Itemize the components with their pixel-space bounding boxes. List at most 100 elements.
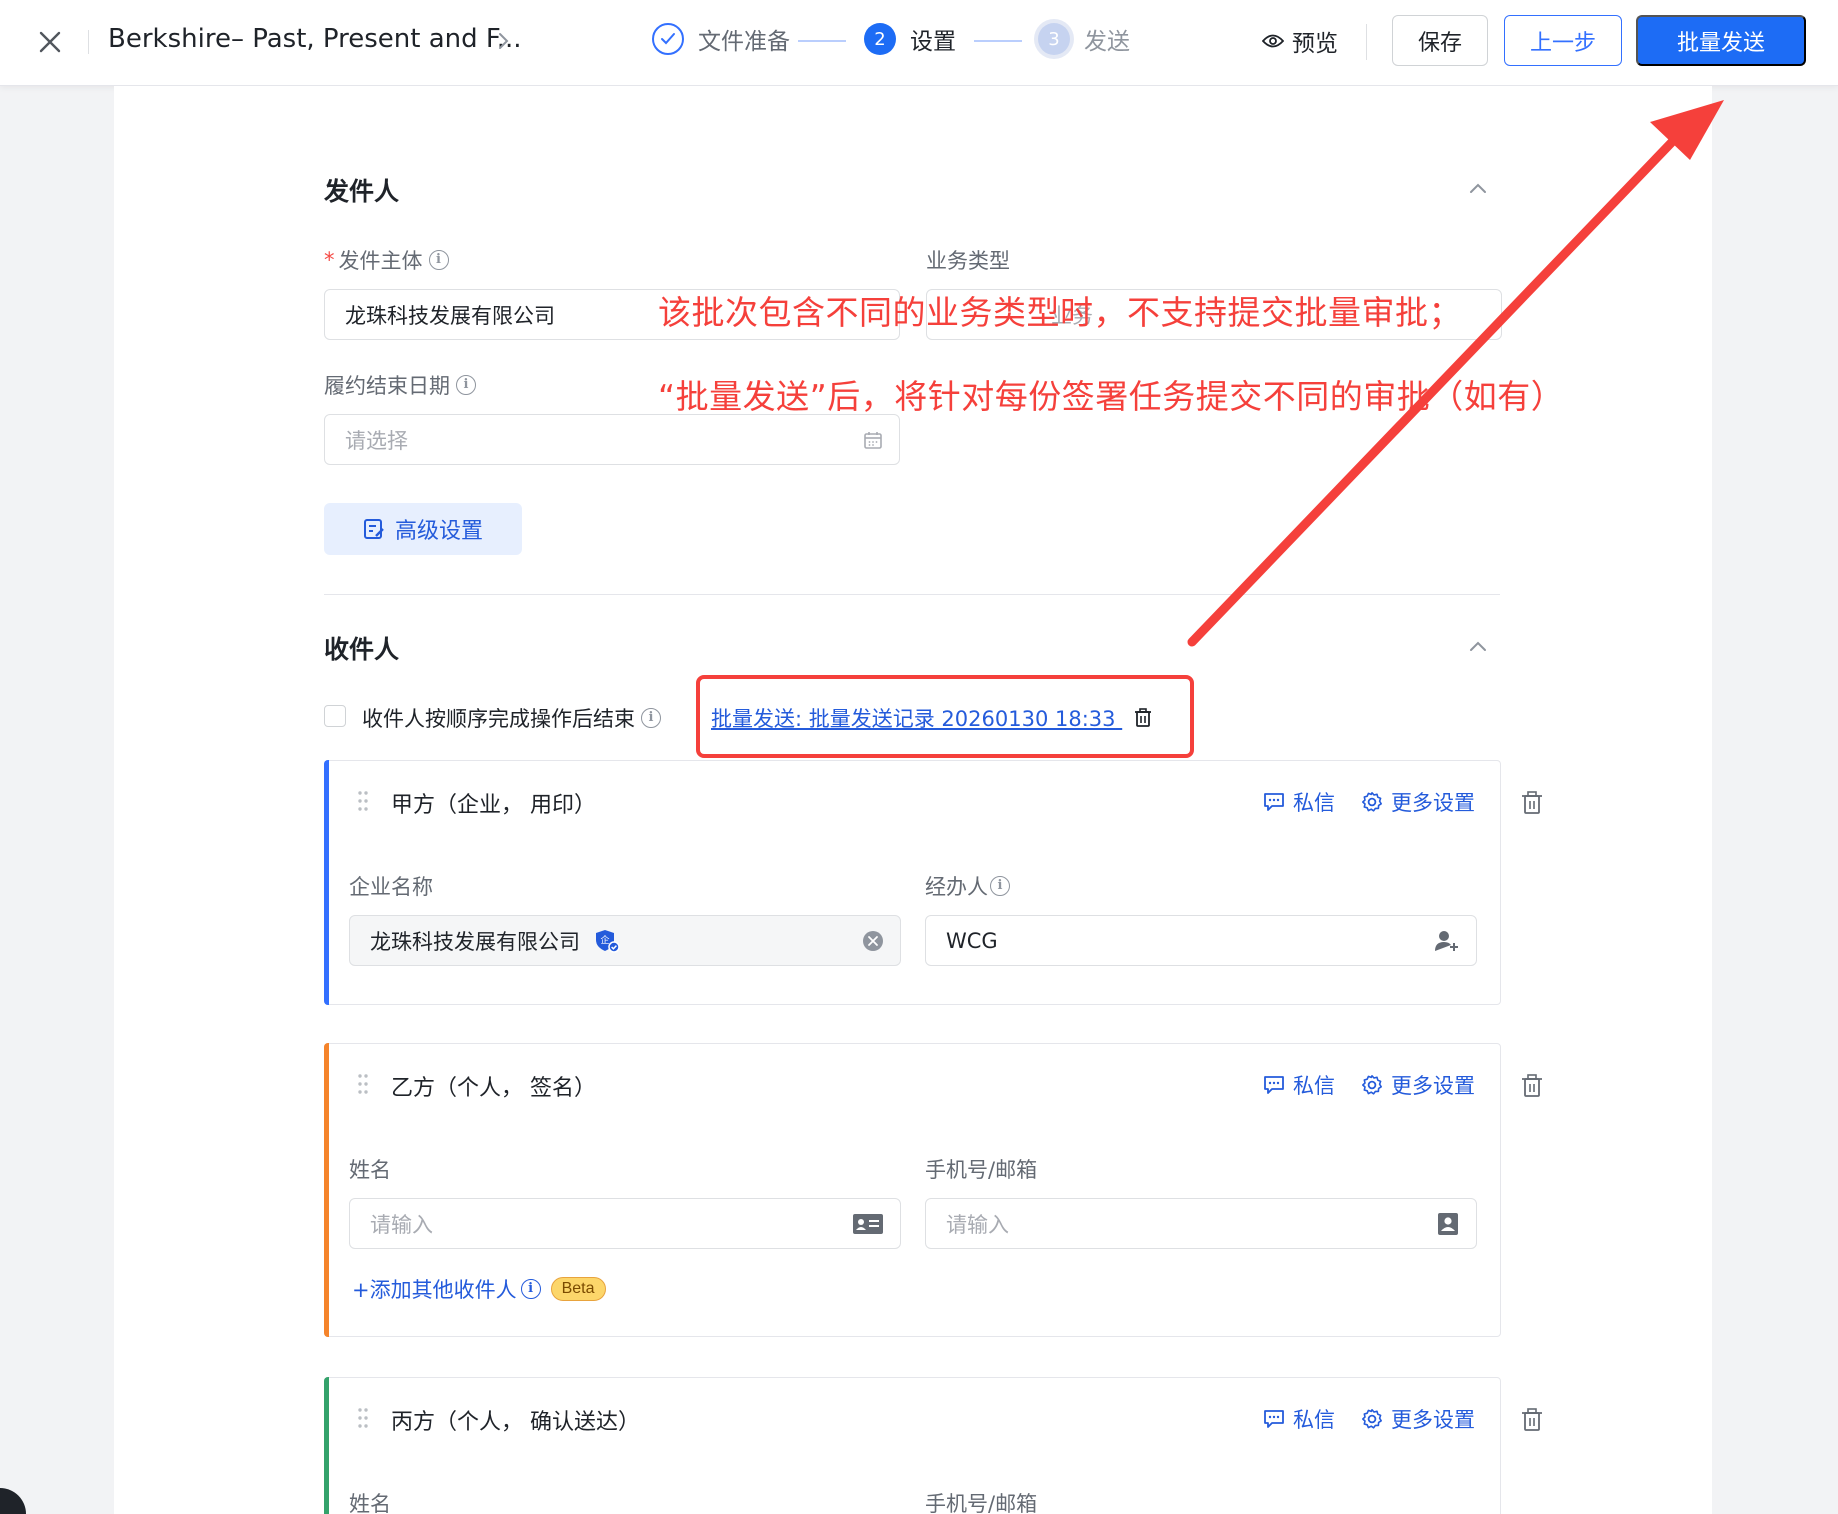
verified-enterprise-icon: 企 xyxy=(596,929,620,953)
save-button[interactable]: 保存 xyxy=(1392,15,1488,66)
end-date-picker[interactable]: 请选择 xyxy=(324,414,900,465)
label-text: 发件主体 xyxy=(338,249,423,273)
required-mark: * xyxy=(324,248,335,272)
recipient-card-party-a: 甲方（企业， 用印） 私信 更多设置 企业名称 龙珠科技发展有限公司 企 经办人… xyxy=(324,760,1501,1005)
document-title[interactable]: Berkshire– Past, Present and F... xyxy=(108,24,522,54)
add-other-recipient-button[interactable]: +添加其他收件人 i Beta xyxy=(352,1274,606,1304)
annotation-highlight-box xyxy=(696,675,1194,758)
info-icon[interactable]: i xyxy=(520,1279,541,1299)
sender-entity-value: 龙珠科技发展有限公司 xyxy=(345,303,555,328)
phone-email-input[interactable]: 请输入 xyxy=(925,1198,1477,1249)
advanced-settings-label: 高级设置 xyxy=(394,519,483,544)
private-message-button[interactable]: 私信 xyxy=(1263,1070,1335,1100)
clear-icon[interactable] xyxy=(862,930,884,952)
trash-icon[interactable] xyxy=(1521,1074,1543,1098)
message-icon xyxy=(1264,1410,1284,1428)
chevron-up-icon[interactable] xyxy=(1468,182,1488,194)
window-corner xyxy=(0,1488,26,1514)
gear-icon xyxy=(1362,1409,1382,1429)
step-send: 3 发送 xyxy=(1038,22,1130,56)
step-settings: 2 设置 xyxy=(864,22,956,56)
section-divider xyxy=(324,594,1500,595)
gear-icon xyxy=(1362,1075,1382,1095)
id-card-icon[interactable] xyxy=(852,1213,884,1235)
role-title: 丙方（个人， 确认送达） xyxy=(391,1410,640,1435)
more-settings-button[interactable]: 更多设置 xyxy=(1361,1070,1475,1100)
step-label: 文件准备 xyxy=(698,29,790,55)
preview-button[interactable]: 预览 xyxy=(1262,24,1338,58)
name-label: 姓名 xyxy=(349,1492,391,1514)
calendar-icon xyxy=(864,431,882,449)
previous-step-button[interactable]: 上一步 xyxy=(1504,15,1622,66)
name-label: 姓名 xyxy=(349,1158,391,1182)
end-date-placeholder: 请选择 xyxy=(345,428,408,453)
add-other-label: +添加其他收件人 xyxy=(352,1278,517,1302)
step-file-prep: 文件准备 xyxy=(652,22,790,56)
label-text: 收件人按顺序完成操作后结束 xyxy=(362,707,635,731)
chevron-right-icon[interactable] xyxy=(496,28,512,54)
more-settings-label: 更多设置 xyxy=(1391,1408,1475,1432)
step-number: 2 xyxy=(864,23,896,55)
company-name-label: 企业名称 xyxy=(349,875,433,899)
sequential-order-label: 收件人按顺序完成操作后结束 i xyxy=(362,703,661,733)
message-label: 私信 xyxy=(1293,791,1335,815)
contact-book-icon[interactable] xyxy=(1436,1212,1460,1236)
batch-send-button[interactable]: 批量发送 xyxy=(1636,15,1806,66)
drag-handle-icon[interactable] xyxy=(357,1072,369,1096)
info-icon[interactable]: i xyxy=(990,876,1010,896)
trash-icon[interactable] xyxy=(1521,1408,1543,1432)
phone-email-label: 手机号/邮箱 xyxy=(925,1158,1038,1182)
card-accent-bar xyxy=(324,1043,329,1337)
info-icon[interactable]: i xyxy=(456,375,476,395)
sender-section-title: 发件人 xyxy=(324,177,400,206)
annotation-line-1: 该批次包含不同的业务类型时，不支持提交批量审批； xyxy=(658,293,1462,332)
recipient-card-party-c: 丙方（个人， 确认送达） 私信 更多设置 姓名 手机号/邮箱 xyxy=(324,1377,1501,1514)
preview-label: 预览 xyxy=(1292,31,1338,57)
beta-badge: Beta xyxy=(550,1277,606,1301)
button-divider xyxy=(1366,24,1367,60)
eye-icon xyxy=(1262,34,1284,48)
edit-settings-icon xyxy=(363,519,384,539)
role-title: 乙方（个人， 签名） xyxy=(391,1076,596,1101)
label-text: 经办人 xyxy=(925,875,988,899)
more-settings-button[interactable]: 更多设置 xyxy=(1361,1404,1475,1434)
svg-text:企: 企 xyxy=(600,934,609,946)
card-accent-bar xyxy=(324,1377,329,1514)
more-settings-button[interactable]: 更多设置 xyxy=(1361,787,1475,817)
step-number: 3 xyxy=(1038,23,1070,55)
phone-email-label: 手机号/邮箱 xyxy=(925,1492,1038,1514)
trash-icon[interactable] xyxy=(1521,791,1543,815)
role-title: 甲方（企业， 用印） xyxy=(391,793,596,818)
label-text: 履约结束日期 xyxy=(324,374,450,398)
name-placeholder: 请输入 xyxy=(370,1212,433,1237)
message-icon xyxy=(1264,1076,1284,1094)
message-icon xyxy=(1264,793,1284,811)
private-message-button[interactable]: 私信 xyxy=(1263,787,1335,817)
close-icon[interactable] xyxy=(30,22,70,62)
advanced-settings-button[interactable]: 高级设置 xyxy=(324,503,522,555)
recipients-section-title: 收件人 xyxy=(324,635,400,664)
step-connector xyxy=(974,40,1022,42)
info-icon[interactable]: i xyxy=(641,708,661,728)
phone-email-placeholder: 请输入 xyxy=(946,1212,1009,1237)
more-settings-label: 更多设置 xyxy=(1391,1074,1475,1098)
company-name-value: 龙珠科技发展有限公司 xyxy=(370,929,580,954)
header-divider xyxy=(88,30,89,54)
handler-input[interactable]: WCG xyxy=(925,915,1477,966)
handler-label: 经办人 i xyxy=(925,871,1010,901)
gear-icon xyxy=(1362,792,1382,812)
end-date-label: 履约结束日期 i xyxy=(324,370,476,400)
step-label: 发送 xyxy=(1084,29,1130,55)
handler-value: WCG xyxy=(946,928,998,953)
sequential-order-checkbox[interactable] xyxy=(324,705,346,727)
info-icon[interactable]: i xyxy=(428,250,449,270)
name-input[interactable]: 请输入 xyxy=(349,1198,901,1249)
company-name-input[interactable]: 龙珠科技发展有限公司 企 xyxy=(349,915,901,966)
add-contact-icon[interactable] xyxy=(1434,929,1460,953)
chevron-up-icon[interactable] xyxy=(1468,640,1488,652)
more-settings-label: 更多设置 xyxy=(1391,791,1475,815)
drag-handle-icon[interactable] xyxy=(357,789,369,813)
drag-handle-icon[interactable] xyxy=(357,1406,369,1430)
annotation-line-2: “批量发送”后，将针对每份签署任务提交不同的审批（如有） xyxy=(658,377,1565,416)
private-message-button[interactable]: 私信 xyxy=(1263,1404,1335,1434)
